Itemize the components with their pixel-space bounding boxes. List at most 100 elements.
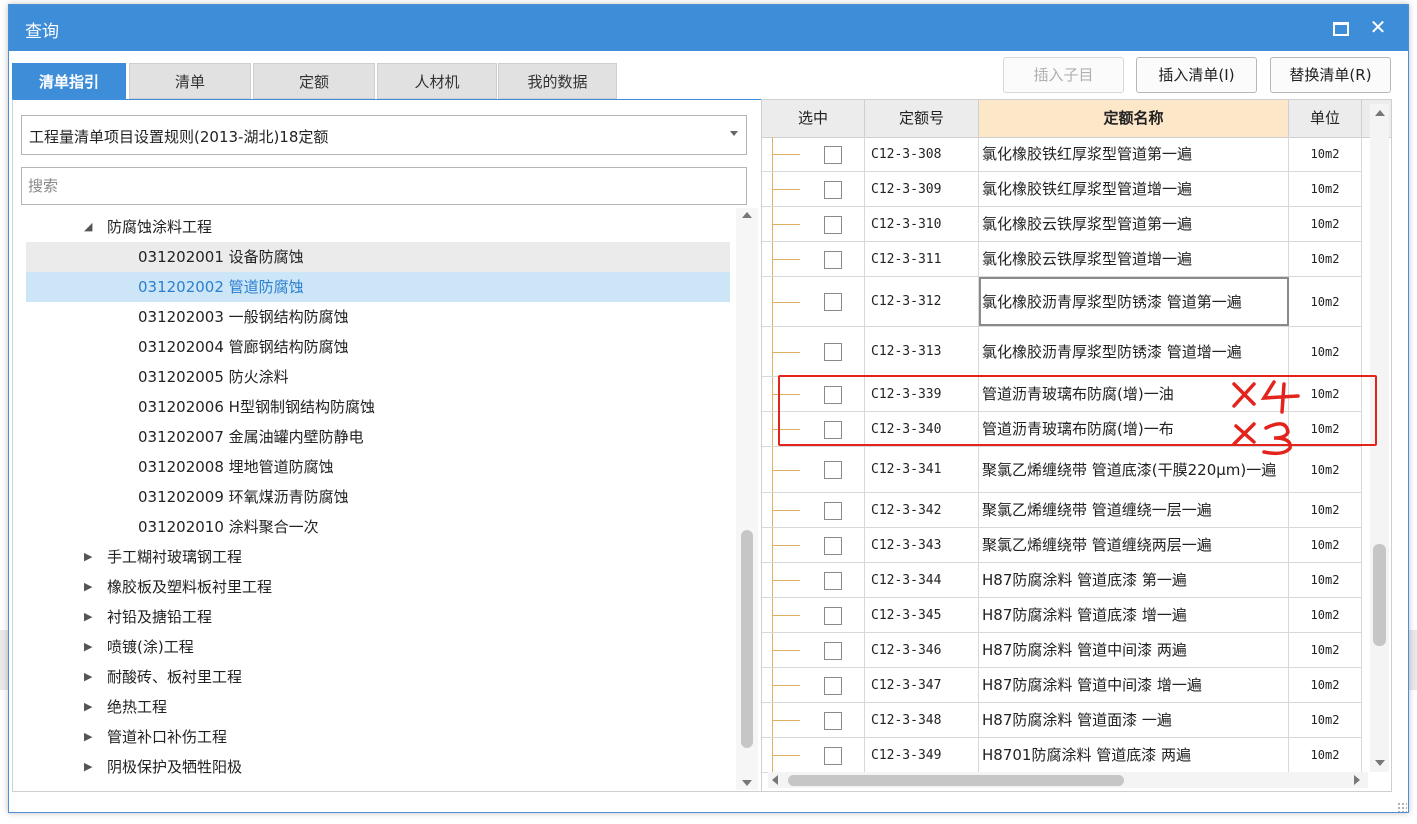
tree-node[interactable]: ◢ 防腐蚀涂料工程 (26, 212, 730, 242)
table-row[interactable]: C12-3-344 H87防腐涂料 管道底漆 第一遍 10m2 (762, 563, 1362, 598)
tree-node[interactable]: ▶ 喷镀(涂)工程 (26, 632, 730, 662)
close-icon[interactable]: ✕ (1364, 13, 1392, 41)
table-row[interactable]: C12-3-312 氯化橡胶沥青厚浆型防锈漆 管道第一遍 10m2 (762, 277, 1362, 327)
unit-cell: 10m2 (1289, 447, 1362, 492)
tree-connector (772, 242, 802, 276)
tab-my-data[interactable]: 我的数据 (498, 63, 617, 99)
tree-node[interactable]: ▶ 管道补口补伤工程 (26, 722, 730, 752)
grid-horizontal-scrollbar[interactable] (768, 772, 1368, 788)
table-row[interactable]: C12-3-309 氯化橡胶铁红厚浆型管道增一遍 10m2 (762, 172, 1362, 207)
scroll-down-icon[interactable] (1375, 760, 1385, 766)
table-row[interactable]: C12-3-349 H8701防腐涂料 管道底漆 两遍 10m2 (762, 738, 1362, 773)
caret-right-icon[interactable]: ▶ (84, 722, 92, 752)
table-row[interactable]: C12-3-342 聚氯乙烯缠绕带 管道缠绕一层一遍 10m2 (762, 493, 1362, 528)
resize-grip-icon[interactable] (1397, 802, 1407, 812)
row-checkbox[interactable] (824, 571, 842, 590)
header-code[interactable]: 定额号 (865, 100, 979, 137)
rule-select[interactable]: 工程量清单项目设置规则(2013-湖北)18定额 (21, 115, 747, 155)
tab-list-guide[interactable]: 清单指引 (12, 63, 126, 99)
tree-node[interactable]: ▶ 手工糊衬玻璃钢工程 (26, 542, 730, 572)
name-cell: H87防腐涂料 管道面漆 一遍 (979, 703, 1289, 737)
caret-right-icon[interactable]: ▶ (84, 632, 92, 662)
row-checkbox[interactable] (824, 461, 842, 479)
row-checkbox[interactable] (824, 385, 842, 404)
chevron-down-icon[interactable] (730, 131, 738, 136)
caret-right-icon[interactable]: ▶ (84, 752, 92, 782)
tree-node[interactable]: ▶ 橡胶板及塑料板衬里工程 (26, 572, 730, 602)
tab-quota[interactable]: 定额 (253, 63, 375, 99)
table-row[interactable]: C12-3-347 H87防腐涂料 管道中间漆 增一遍 10m2 (762, 668, 1362, 703)
table-row[interactable]: C12-3-348 H87防腐涂料 管道面漆 一遍 10m2 (762, 703, 1362, 738)
caret-right-icon[interactable]: ▶ (84, 572, 92, 602)
tree-node[interactable]: ▶ 绝热工程 (26, 692, 730, 722)
tree-node[interactable]: 031202006 H型钢制钢结构防腐蚀 (26, 392, 730, 422)
scroll-thumb[interactable] (788, 775, 1124, 786)
row-checkbox[interactable] (824, 343, 842, 361)
tree-node[interactable]: ▶ 衬铅及搪铅工程 (26, 602, 730, 632)
replace-list-button[interactable]: 替换清单(R) (1270, 57, 1391, 93)
scroll-thumb[interactable] (1373, 544, 1386, 646)
tree-scrollbar[interactable] (736, 208, 758, 790)
row-checkbox[interactable] (824, 536, 842, 555)
caret-right-icon[interactable]: ▶ (84, 662, 92, 692)
row-checkbox[interactable] (824, 676, 842, 695)
tree-node[interactable]: 031202007 金属油罐内壁防静电 (26, 422, 730, 452)
caret-right-icon[interactable]: ▶ (84, 542, 92, 572)
table-row[interactable]: C12-3-310 氯化橡胶云铁厚浆型管道第一遍 10m2 (762, 207, 1362, 242)
row-checkbox[interactable] (824, 180, 842, 199)
tree-node-label: 031202005 防火涂料 (138, 368, 289, 386)
scroll-thumb[interactable] (741, 530, 753, 748)
table-row[interactable]: C12-3-343 聚氯乙烯缠绕带 管道缠绕两层一遍 10m2 (762, 528, 1362, 563)
scroll-left-icon[interactable] (772, 775, 778, 785)
row-checkbox[interactable] (824, 215, 842, 234)
table-row[interactable]: C12-3-339 管道沥青玻璃布防腐(增)一油 10m2 (762, 377, 1362, 412)
table-row[interactable]: C12-3-313 氯化橡胶沥青厚浆型防锈漆 管道增一遍 10m2 (762, 327, 1362, 377)
scroll-up-icon[interactable] (742, 212, 752, 218)
row-checkbox[interactable] (824, 250, 842, 269)
row-checkbox[interactable] (824, 293, 842, 311)
scroll-down-icon[interactable] (742, 780, 752, 786)
tree-node[interactable]: ▶ 耐酸砖、板衬里工程 (26, 662, 730, 692)
header-name[interactable]: 定额名称 (979, 100, 1289, 137)
header-select[interactable]: 选中 (762, 100, 865, 137)
tree-node-label: 衬铅及搪铅工程 (107, 608, 213, 626)
row-checkbox[interactable] (824, 641, 842, 660)
scroll-right-icon[interactable] (1354, 775, 1360, 785)
tree-node[interactable]: 031202003 一般钢结构防腐蚀 (26, 302, 730, 332)
tree-node[interactable]: ▶ 阴极保护及牺牲阳极 (26, 752, 730, 782)
row-checkbox[interactable] (824, 145, 842, 164)
tree-connector (772, 633, 802, 667)
tree-node[interactable]: 031202010 涂料聚合一次 (26, 512, 730, 542)
table-row[interactable]: C12-3-311 氯化橡胶云铁厚浆型管道增一遍 10m2 (762, 242, 1362, 277)
row-checkbox[interactable] (824, 746, 842, 765)
row-checkbox[interactable] (824, 420, 842, 439)
tree-node[interactable]: 031202008 埋地管道防腐蚀 (26, 452, 730, 482)
tree-node-selected[interactable]: 031202002 管道防腐蚀 (26, 272, 730, 302)
caret-right-icon[interactable]: ▶ (84, 692, 92, 722)
table-row[interactable]: C12-3-341 聚氯乙烯缠绕带 管道底漆(干膜220μm)一遍 10m2 (762, 447, 1362, 493)
tab-list[interactable]: 清单 (129, 63, 251, 99)
row-checkbox[interactable] (824, 501, 842, 520)
scroll-up-icon[interactable] (1375, 110, 1385, 116)
row-checkbox[interactable] (824, 711, 842, 730)
tree-node[interactable]: 031202005 防火涂料 (26, 362, 730, 392)
insert-list-button[interactable]: 插入清单(I) (1136, 57, 1257, 93)
maximize-icon[interactable] (1326, 13, 1354, 41)
row-checkbox[interactable] (824, 606, 842, 625)
caret-right-icon[interactable]: ▶ (84, 602, 92, 632)
tree-connector (772, 377, 802, 411)
table-row[interactable]: C12-3-340 管道沥青玻璃布防腐(增)一布 10m2 (762, 412, 1362, 447)
caret-down-icon[interactable]: ◢ (84, 212, 92, 242)
tree-node[interactable]: 031202009 环氧煤沥青防腐蚀 (26, 482, 730, 512)
tree-node-label: 031202007 金属油罐内壁防静电 (138, 428, 364, 446)
search-input[interactable] (21, 167, 747, 205)
table-row[interactable]: C12-3-345 H87防腐涂料 管道底漆 增一遍 10m2 (762, 598, 1362, 633)
tree-node[interactable]: 031202001 设备防腐蚀 (26, 242, 730, 272)
tree-node[interactable]: 031202004 管廊钢结构防腐蚀 (26, 332, 730, 362)
header-unit[interactable]: 单位 (1289, 100, 1362, 137)
table-row[interactable]: C12-3-346 H87防腐涂料 管道中间漆 两遍 10m2 (762, 633, 1362, 668)
tab-materials[interactable]: 人材机 (377, 63, 497, 99)
table-row[interactable]: C12-3-308 氯化橡胶铁红厚浆型管道第一遍 10m2 (762, 137, 1362, 172)
insert-child-button[interactable]: 插入子目 (1003, 57, 1124, 93)
grid-vertical-scrollbar[interactable] (1370, 104, 1389, 772)
